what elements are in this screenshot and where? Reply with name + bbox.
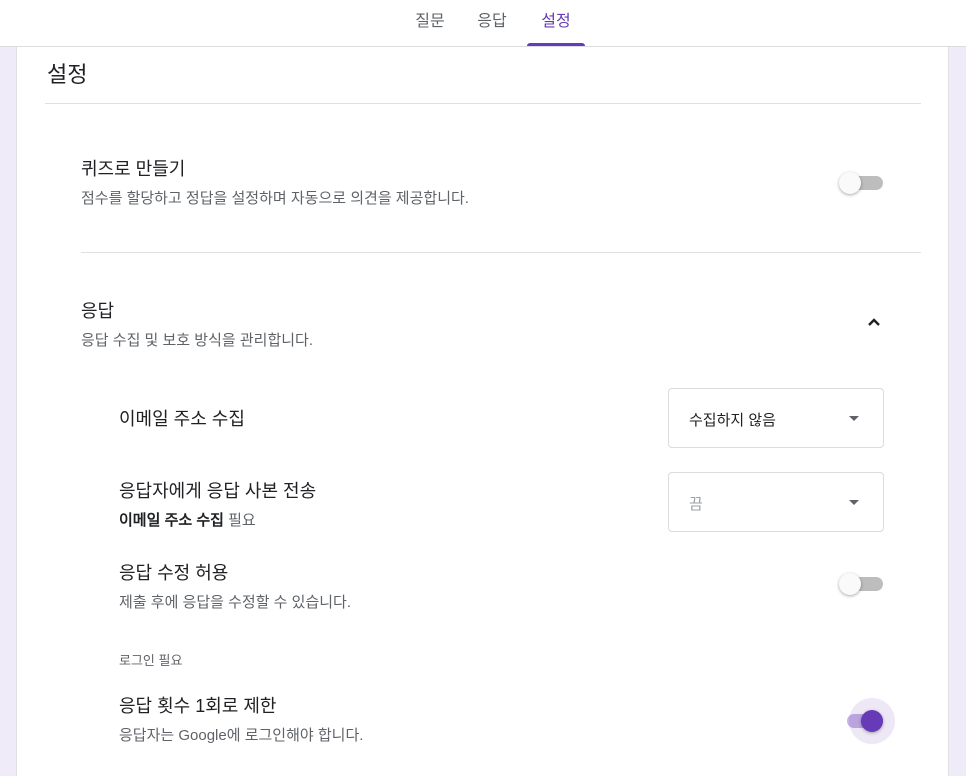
quiz-toggle[interactable]: [839, 163, 885, 203]
tab-questions[interactable]: 질문: [404, 0, 456, 47]
limit-one-label: 응답 횟수 1회로 제한: [119, 696, 277, 716]
quiz-setting: 퀴즈로 만들기 점수를 할당하고 정답을 설정하며 자동으로 의견을 제공합니다…: [81, 155, 781, 208]
tab-settings[interactable]: 설정: [528, 0, 584, 47]
send-copy-note-rest: 필요: [223, 512, 256, 529]
allow-edit-toggle-thumb: [839, 573, 861, 595]
active-tab-indicator: [527, 43, 585, 46]
allow-edit-description: 제출 후에 응답을 수정할 수 있습니다.: [119, 594, 352, 611]
collect-email-select[interactable]: 수집하지 않음: [668, 388, 884, 448]
responses-section-header: 응답 응답 수집 및 보호 방식을 관리합니다.: [81, 297, 781, 350]
limit-one-setting: 응답 횟수 1회로 제한 응답자는 Google에 로그인해야 합니다.: [119, 692, 363, 745]
limit-one-description: 응답자는 Google에 로그인해야 합니다.: [119, 727, 364, 744]
limit-one-toggle-thumb: [861, 710, 883, 732]
send-copy-setting: 응답자에게 응답 사본 전송 이메일 주소 수집 필요: [119, 477, 316, 530]
triangle-down-icon: [849, 416, 859, 421]
send-copy-value: 끔: [689, 496, 703, 513]
responses-title: 응답: [81, 301, 115, 321]
quiz-title: 퀴즈로 만들기: [81, 159, 186, 179]
settings-title: 설정: [47, 62, 88, 87]
triangle-down-icon: [849, 500, 859, 505]
quiz-divider: [81, 252, 921, 253]
top-tab-bar: 질문 응답 설정: [0, 0, 966, 47]
collect-email-value: 수집하지 않음: [689, 412, 776, 429]
collect-email-label: 이메일 주소 수집: [119, 409, 245, 429]
send-copy-label: 응답자에게 응답 사본 전송: [119, 481, 317, 501]
allow-edit-setting: 응답 수정 허용 제출 후에 응답을 수정할 수 있습니다.: [119, 559, 351, 612]
quiz-description: 점수를 할당하고 정답을 설정하며 자동으로 의견을 제공합니다.: [81, 190, 469, 207]
send-copy-note-bold: 이메일 주소 수집: [119, 512, 224, 529]
limit-one-toggle[interactable]: [839, 701, 885, 741]
responses-description: 응답 수집 및 보호 방식을 관리합니다.: [81, 332, 314, 349]
quiz-toggle-thumb: [839, 172, 861, 194]
title-divider: [45, 103, 921, 104]
send-copy-select[interactable]: 끔: [668, 472, 884, 532]
tab-responses[interactable]: 응답: [466, 0, 518, 47]
settings-card: 설정 퀴즈로 만들기 점수를 할당하고 정답을 설정하며 자동으로 의견을 제공…: [16, 47, 949, 776]
login-required-heading: 로그인 필요: [119, 653, 183, 668]
allow-edit-toggle[interactable]: [839, 564, 885, 604]
allow-edit-label: 응답 수정 허용: [119, 563, 229, 583]
chevron-up-icon[interactable]: [867, 315, 881, 329]
